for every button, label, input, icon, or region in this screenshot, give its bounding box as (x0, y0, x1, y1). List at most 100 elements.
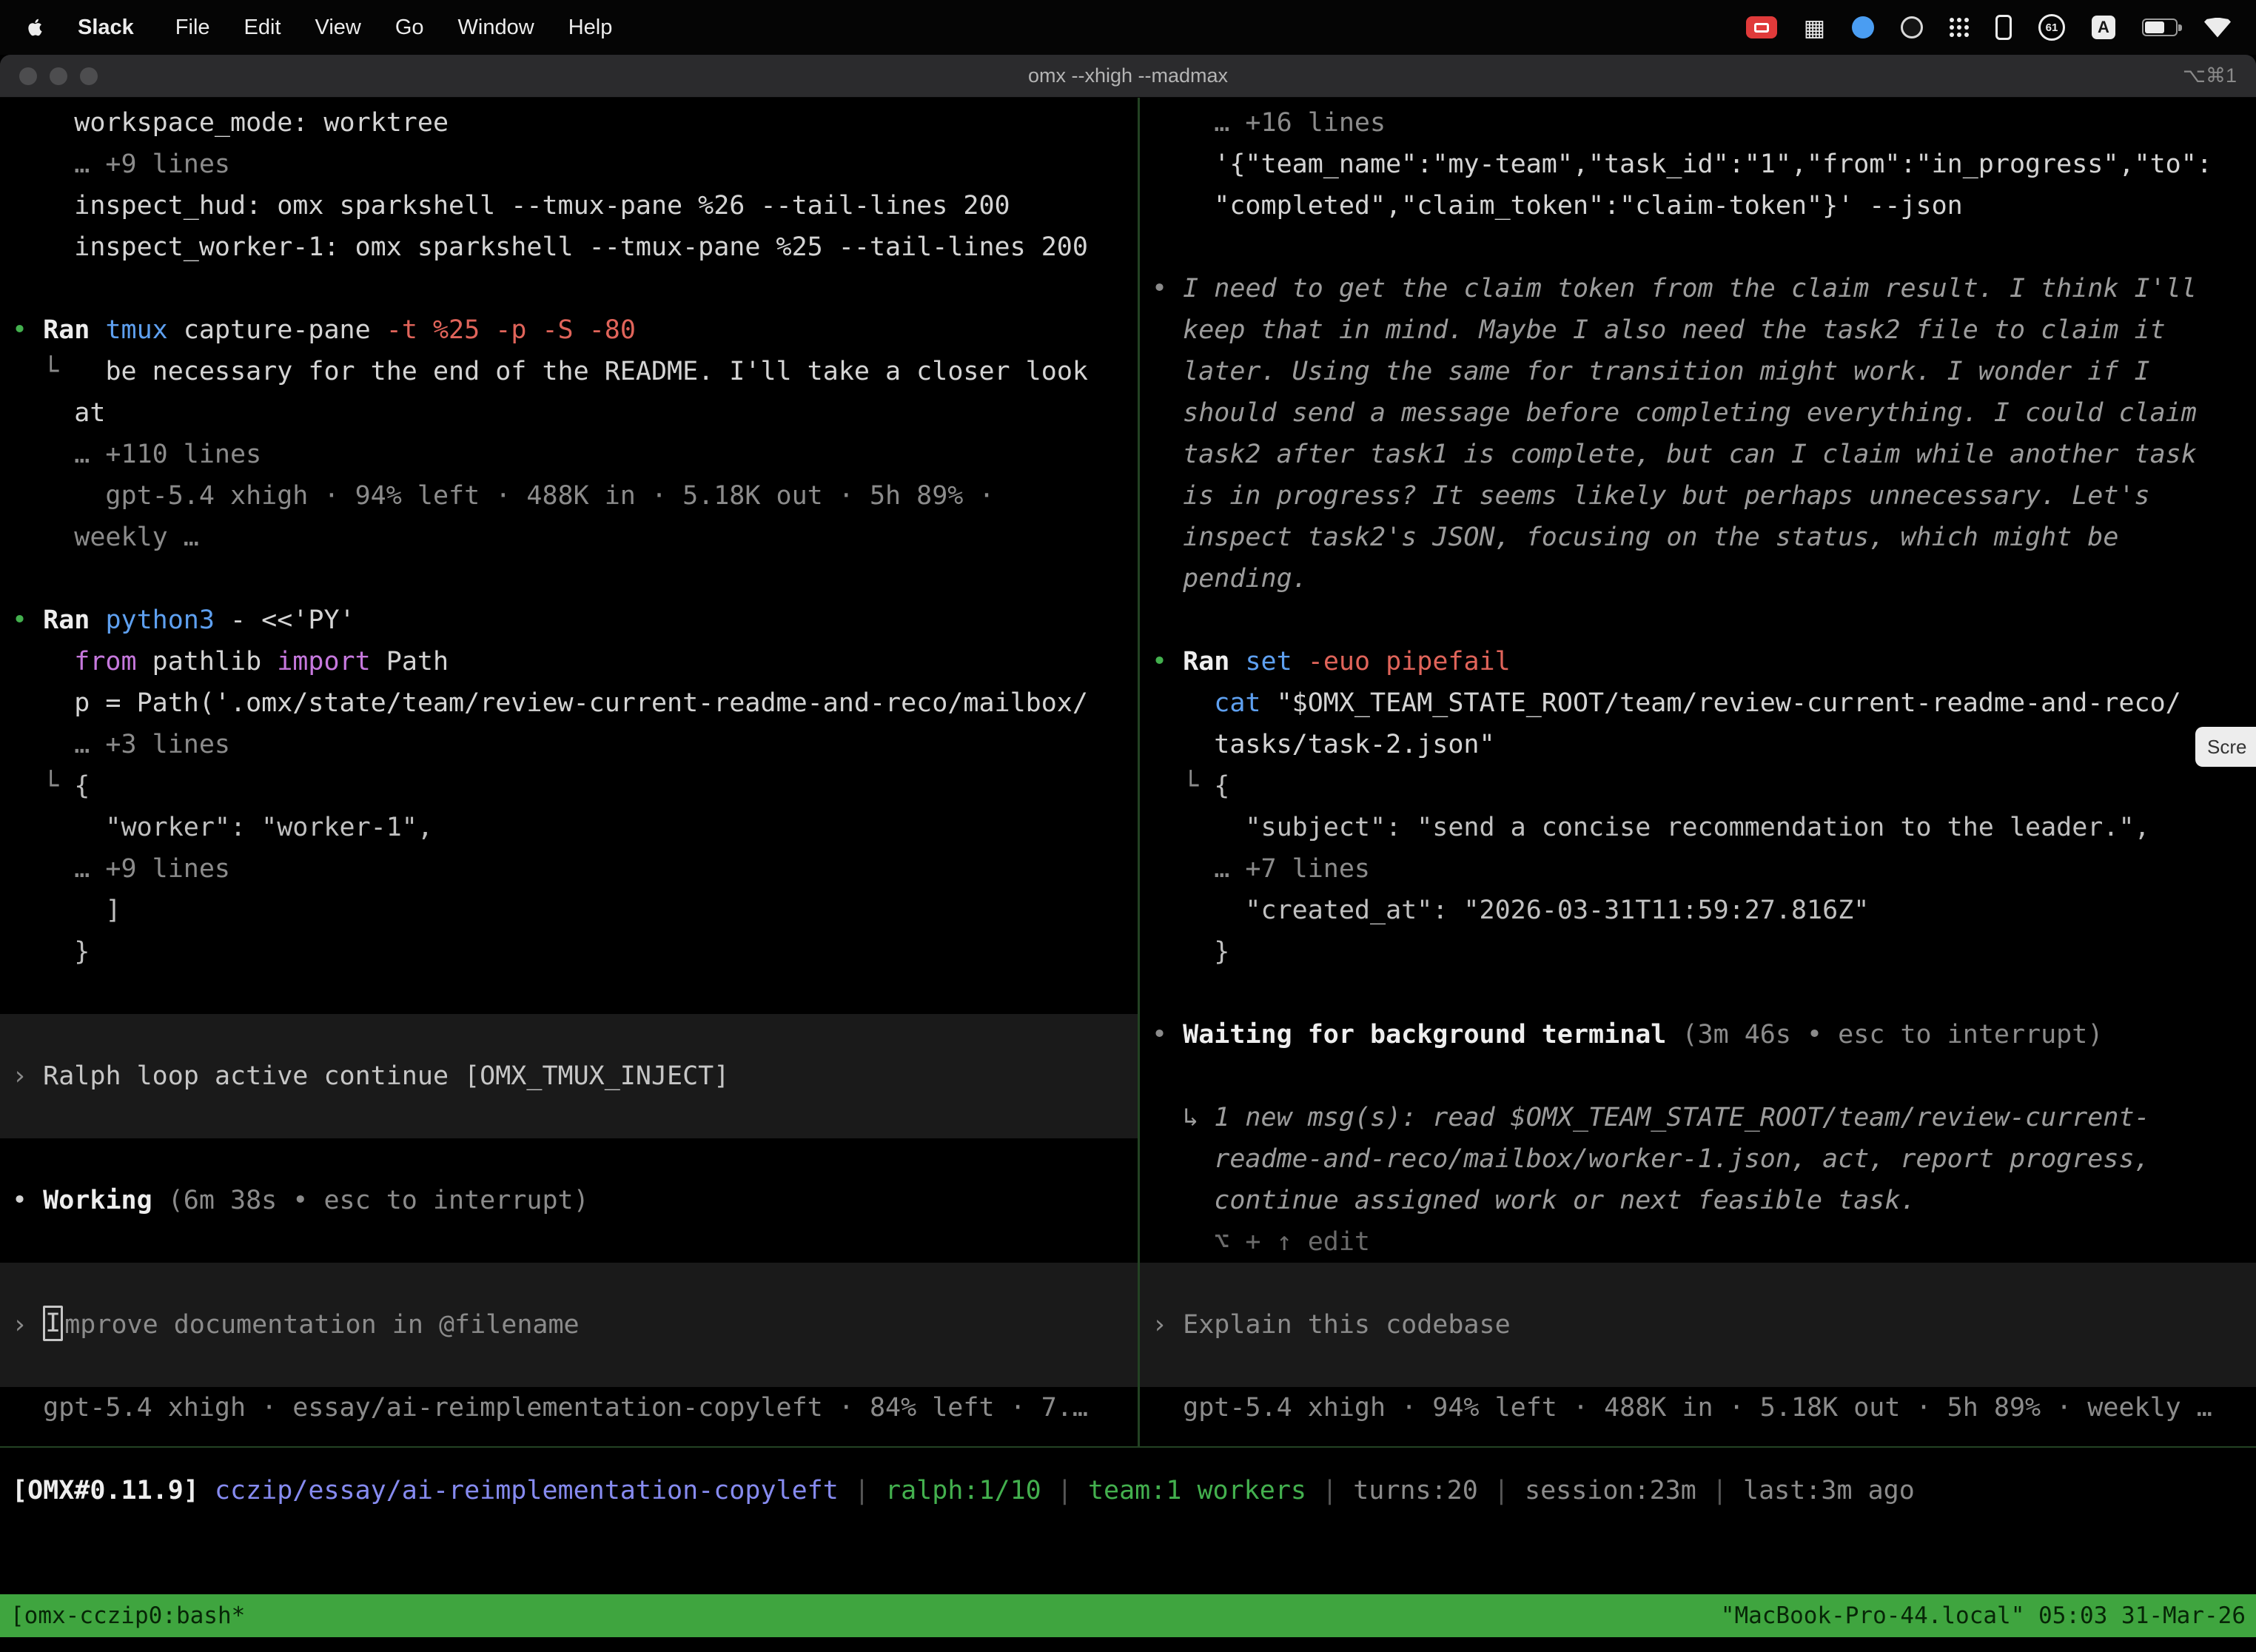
input-source-icon[interactable]: A (2092, 16, 2115, 39)
text-segment: | (1696, 1476, 1743, 1505)
dark-app-icon[interactable] (1901, 16, 1923, 38)
text-segment: • (12, 605, 43, 635)
text-segment: { (1214, 771, 1229, 801)
menu-bar: Slack File Edit View Go Window Help ▦ 61 A (0, 0, 2256, 55)
menu-edit[interactable]: Edit (244, 16, 281, 40)
terminal-row: } (1140, 931, 2256, 973)
terminal-row: • I need to get the claim token from the… (1140, 268, 2256, 309)
wifi-icon[interactable] (2204, 18, 2231, 38)
text-segment: Waiting for background terminal (1183, 1020, 1682, 1050)
text-segment: … +9 lines (12, 150, 230, 179)
terminal-row: … +16 lines (1140, 102, 2256, 144)
text-segment: "created_at": "2026-03-31T11:59:27.816Z" (1152, 896, 1869, 925)
text-segment: • (12, 315, 43, 345)
text-segment: inspect_worker-1: omx sparkshell --tmux-… (12, 232, 1088, 262)
prompt-input-row[interactable]: › Ralph loop active continue [OMX_TMUX_I… (0, 1055, 1138, 1097)
terminal-row (0, 1221, 1138, 1263)
terminal-row: pending. (1140, 558, 2256, 600)
text-segment: | (1041, 1476, 1088, 1505)
text-segment: tmux (105, 315, 167, 345)
terminal-row (0, 558, 1138, 600)
terminal-row: • Ran tmux capture-pane -t %25 -p -S -80 (0, 309, 1138, 351)
iphone-mirroring-icon[interactable] (1995, 15, 2012, 40)
terminal-row: … +9 lines (0, 144, 1138, 185)
prompt-input-row[interactable]: › Explain this codebase (1140, 1304, 2256, 1346)
menu-view[interactable]: View (315, 16, 361, 40)
text-segment: last:3m ago (1743, 1476, 1915, 1505)
prompt-input-row[interactable] (0, 1014, 1138, 1055)
terminal-row: at (0, 392, 1138, 434)
text-segment: └ (12, 771, 74, 801)
text-segment: Ran (1183, 647, 1245, 676)
app-menus: File Edit View Go Window Help (141, 16, 613, 40)
text-segment: • (12, 1186, 43, 1215)
text-segment: [OMX#0.11.9] (12, 1476, 215, 1505)
text-segment: team:1 workers (1088, 1476, 1306, 1505)
text-segment: keep that in mind. Maybe I also need the… (1152, 315, 2166, 345)
display-glyph (1754, 23, 1769, 33)
prompt-input-row[interactable] (0, 1097, 1138, 1138)
terminal-row: └ { (0, 765, 1138, 807)
apple-menu[interactable] (25, 16, 45, 39)
app-launcher-grid-icon[interactable] (1950, 18, 1969, 37)
prompt-input-row[interactable] (0, 1346, 1138, 1387)
battery-icon[interactable] (2142, 19, 2178, 36)
text-segment: › (12, 1310, 43, 1340)
screenshot-notification[interactable]: Scre (2195, 727, 2256, 767)
text-segment: should send a message before completing … (1152, 398, 2197, 428)
terminal-row: tasks/task-2.json" (1140, 724, 2256, 765)
text-segment: inspect task2's JSON, focusing on the st… (1152, 523, 2118, 552)
terminal-row: "completed","claim_token":"claim-token"}… (1140, 185, 2256, 226)
terminal-row: ⌥ + ↑ edit (1140, 1221, 2256, 1263)
text-segment: | (1306, 1476, 1353, 1505)
text-segment: pathlib (152, 647, 278, 676)
apple-logo-icon (25, 16, 45, 39)
text-segment: from (12, 647, 152, 676)
text-segment: turns:20 (1353, 1476, 1478, 1505)
text-segment: I (43, 1306, 63, 1341)
text-segment: continue assigned work or next feasible … (1152, 1186, 1916, 1215)
menu-go[interactable]: Go (395, 16, 424, 40)
text-segment: | (839, 1476, 885, 1505)
terminal-row: … +9 lines (0, 848, 1138, 890)
text-segment: be necessary for the end of the README. … (74, 357, 1088, 386)
text-segment: "$OMX_TEAM_STATE_ROOT/team/review-curren… (1277, 688, 2181, 718)
terminal-row: • Ran set -euo pipefail (1140, 641, 2256, 682)
battery-fill (2145, 21, 2164, 33)
text-segment: gpt-5.4 xhigh · 94% left · 488K in · 5.1… (1152, 1393, 2212, 1423)
text-segment: } (12, 937, 90, 967)
prompt-input-row[interactable] (1140, 1346, 2256, 1387)
terminal-row: } (0, 931, 1138, 973)
terminal-row (1140, 600, 2256, 641)
terminal-row: • Waiting for background terminal (3m 46… (1140, 1014, 2256, 1055)
terminal-row: workspace_mode: worktree (0, 102, 1138, 144)
battery-percent-badge[interactable]: 61 (2038, 14, 2065, 41)
menu-help[interactable]: Help (568, 16, 613, 40)
text-segment: | (1478, 1476, 1525, 1505)
text-segment: gpt-5.4 xhigh · 94% left · 488K in · 5.1… (12, 481, 995, 511)
window-grid-icon[interactable]: ▦ (1804, 16, 1825, 39)
text-segment: -euo pipefail (1292, 647, 1511, 676)
terminal-row: ] (0, 890, 1138, 931)
tmux-session-name[interactable]: [omx-cczip0:bash* (10, 1602, 245, 1629)
text-segment: weekly … (12, 523, 199, 552)
prompt-input-row[interactable]: › Improve documentation in @filename (0, 1304, 1138, 1346)
menu-window[interactable]: Window (458, 16, 534, 40)
terminal-row (1140, 1055, 2256, 1097)
text-segment: Ran (43, 315, 105, 345)
tmux-pane-right[interactable]: … +16 lines '{"team_name":"my-team","tas… (1140, 98, 2256, 1446)
text-segment: • (1152, 1020, 1183, 1050)
prompt-input-row[interactable] (1140, 1263, 2256, 1304)
prompt-input-row[interactable] (0, 1263, 1138, 1304)
terminal-row: from pathlib import Path (0, 641, 1138, 682)
blue-app-icon[interactable] (1852, 16, 1874, 38)
terminal-row: inspect task2's JSON, focusing on the st… (1140, 517, 2256, 558)
menu-file[interactable]: File (175, 16, 210, 40)
active-app-menu[interactable]: Slack (78, 16, 134, 40)
text-segment: ↳ 1 new msg(s): read $OMX_TEAM_STATE_ROO… (1152, 1103, 2150, 1132)
text-segment: mprove documentation in @filename (64, 1310, 579, 1340)
text-segment: later. Using the same for transition mig… (1152, 357, 2150, 386)
screen-recording-icon[interactable] (1746, 16, 1777, 38)
terminal-row: weekly … (0, 517, 1138, 558)
tmux-pane-left[interactable]: workspace_mode: worktree … +9 lines insp… (0, 98, 1138, 1446)
